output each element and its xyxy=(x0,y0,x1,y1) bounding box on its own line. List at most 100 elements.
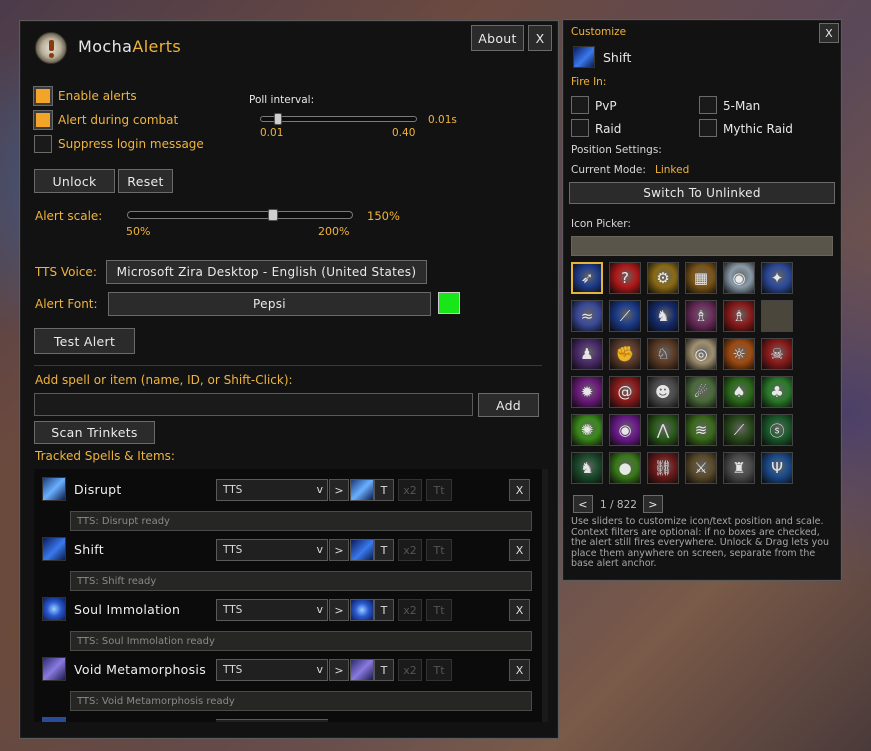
double-toggle-button[interactable]: x2 xyxy=(398,539,422,561)
beast-icon[interactable]: ♘ xyxy=(647,338,679,370)
row-icon-toggle[interactable] xyxy=(350,659,374,681)
sun-rune-icon[interactable]: ☼ xyxy=(723,338,755,370)
alert-during-combat-checkbox[interactable] xyxy=(34,111,52,129)
poll-interval-value: 0.01s xyxy=(428,114,457,126)
fel-beast-icon[interactable]: ♞ xyxy=(571,452,603,484)
alert-mode-select[interactable]: TTS v xyxy=(216,599,328,621)
alert-font-dropdown[interactable]: Pepsi xyxy=(108,292,431,316)
add-spell-input[interactable] xyxy=(34,393,473,416)
text-toggle-button[interactable]: T xyxy=(374,659,394,681)
suppress-login-checkbox[interactable] xyxy=(34,135,52,153)
skull-cross-icon[interactable]: ☠ xyxy=(761,338,793,370)
potion-red-icon[interactable]: ♗ xyxy=(723,300,755,332)
advance-button[interactable]: > xyxy=(329,479,349,501)
close-button[interactable]: X xyxy=(528,25,552,51)
customize-close-button[interactable]: X xyxy=(819,23,839,43)
scan-trinkets-button[interactable]: Scan Trinkets xyxy=(34,421,155,444)
customize-panel: Customize X Shift Fire In: PvP 5-Man Rai… xyxy=(562,19,842,581)
poll-interval-slider[interactable] xyxy=(260,113,417,125)
remove-button[interactable]: X xyxy=(509,599,530,621)
gear-icon[interactable]: ⚙ xyxy=(647,262,679,294)
remove-button[interactable]: X xyxy=(509,659,530,681)
add-button[interactable]: Add xyxy=(478,393,539,417)
tracked-spell-name: Disrupt xyxy=(74,482,122,497)
text-case-button[interactable]: Tt xyxy=(426,479,452,501)
chain-icon[interactable]: ⛓ xyxy=(647,452,679,484)
remove-button[interactable]: X xyxy=(509,539,530,561)
alert-mode-select[interactable]: TTS v xyxy=(216,479,328,501)
reset-button[interactable]: Reset xyxy=(118,169,173,193)
banner-icon[interactable]: ▦ xyxy=(685,262,717,294)
fel-blob-icon[interactable]: ● xyxy=(609,452,641,484)
claw-icon[interactable]: ☄ xyxy=(685,376,717,408)
eye-icon[interactable]: ◎ xyxy=(685,338,717,370)
advance-button[interactable]: > xyxy=(329,659,349,681)
unlock-button[interactable]: Unlock xyxy=(34,169,115,193)
fel-slash-icon[interactable]: ⟋ xyxy=(723,414,755,446)
text-toggle-button[interactable]: T xyxy=(374,479,394,501)
fel-demon-icon[interactable]: ♠ xyxy=(723,376,755,408)
alert-scale-thumb[interactable] xyxy=(268,209,278,221)
potion-purple-icon[interactable]: ♗ xyxy=(685,300,717,332)
fel-burst-icon[interactable]: ✺ xyxy=(571,414,603,446)
alert-mode-value: TTS xyxy=(223,544,243,556)
disc-icon[interactable]: ◉ xyxy=(723,262,755,294)
mythic-raid-checkbox[interactable] xyxy=(699,119,717,137)
blue-rune-icon[interactable]: Ψ xyxy=(761,452,793,484)
row-icon-toggle[interactable] xyxy=(350,479,374,501)
double-toggle-button[interactable]: x2 xyxy=(398,659,422,681)
prev-page-button[interactable]: < xyxy=(573,495,593,513)
demon-purple-icon[interactable]: ♟ xyxy=(571,338,603,370)
pvp-checkbox[interactable] xyxy=(571,96,589,114)
ghost-face-icon[interactable]: ☻ xyxy=(647,376,679,408)
five-man-checkbox[interactable] xyxy=(699,96,717,114)
empty-icon[interactable] xyxy=(761,300,793,332)
poll-interval-thumb[interactable] xyxy=(274,113,282,125)
advance-button[interactable]: > xyxy=(329,539,349,561)
text-case-button[interactable]: Tt xyxy=(426,659,452,681)
text-case-button[interactable]: Tt xyxy=(426,539,452,561)
switch-to-unlinked-button[interactable]: Switch To Unlinked xyxy=(569,182,835,204)
test-alert-button[interactable]: Test Alert xyxy=(34,328,135,354)
shift-icon[interactable]: ➶ xyxy=(571,262,603,294)
icon-search-input[interactable] xyxy=(571,236,833,256)
fel-spikes-icon[interactable]: ⋀ xyxy=(647,414,679,446)
fel-serpent-icon[interactable]: ⓢ xyxy=(761,414,793,446)
text-toggle-button[interactable]: T xyxy=(374,539,394,561)
alert-mode-select[interactable]: TTS v xyxy=(216,539,328,561)
text-case-button[interactable]: Tt xyxy=(426,599,452,621)
list-scrollbar[interactable] xyxy=(542,469,548,722)
alert-font-color-swatch[interactable] xyxy=(438,292,460,314)
text-toggle-button[interactable]: T xyxy=(374,599,394,621)
about-button[interactable]: About xyxy=(471,25,524,51)
fel-eye-icon[interactable]: ◉ xyxy=(609,414,641,446)
fel-purple-icon[interactable]: ✹ xyxy=(571,376,603,408)
sword-strike-icon[interactable]: ✦ xyxy=(761,262,793,294)
fel-wave-icon[interactable]: ≋ xyxy=(685,414,717,446)
remove-button[interactable]: X xyxy=(509,479,530,501)
serpent-icon[interactable]: ≈ xyxy=(571,300,603,332)
blades-icon[interactable]: ⟋ xyxy=(609,300,641,332)
question-icon[interactable]: ? xyxy=(609,262,641,294)
double-toggle-button[interactable]: x2 xyxy=(398,479,422,501)
tts-voice-dropdown[interactable]: Microsoft Zira Desktop - English (United… xyxy=(106,260,427,284)
fists-icon[interactable]: ✊ xyxy=(609,338,641,370)
enable-alerts-label: Enable alerts xyxy=(58,89,137,103)
row-icon-toggle[interactable] xyxy=(350,599,374,621)
row-icon-toggle[interactable] xyxy=(350,539,374,561)
axe-gold-icon[interactable]: ⚔ xyxy=(685,452,717,484)
alert-font-label: Alert Font: xyxy=(35,297,98,311)
green-claw-icon[interactable]: ♣ xyxy=(761,376,793,408)
advance-button[interactable]: > xyxy=(329,599,349,621)
alert-scale-slider[interactable] xyxy=(127,209,353,221)
next-page-button[interactable]: > xyxy=(643,495,663,513)
alert-mode-select[interactable]: TTS v xyxy=(216,659,328,681)
spiral-glyph: @ xyxy=(617,383,633,401)
spiral-icon[interactable]: @ xyxy=(609,376,641,408)
double-toggle-button[interactable]: x2 xyxy=(398,599,422,621)
enable-alerts-checkbox[interactable] xyxy=(34,87,52,105)
fel-demon-glyph: ♠ xyxy=(732,383,746,401)
raid-checkbox[interactable] xyxy=(571,119,589,137)
gray-beast-icon[interactable]: ♜ xyxy=(723,452,755,484)
demon-blue-icon[interactable]: ♞ xyxy=(647,300,679,332)
